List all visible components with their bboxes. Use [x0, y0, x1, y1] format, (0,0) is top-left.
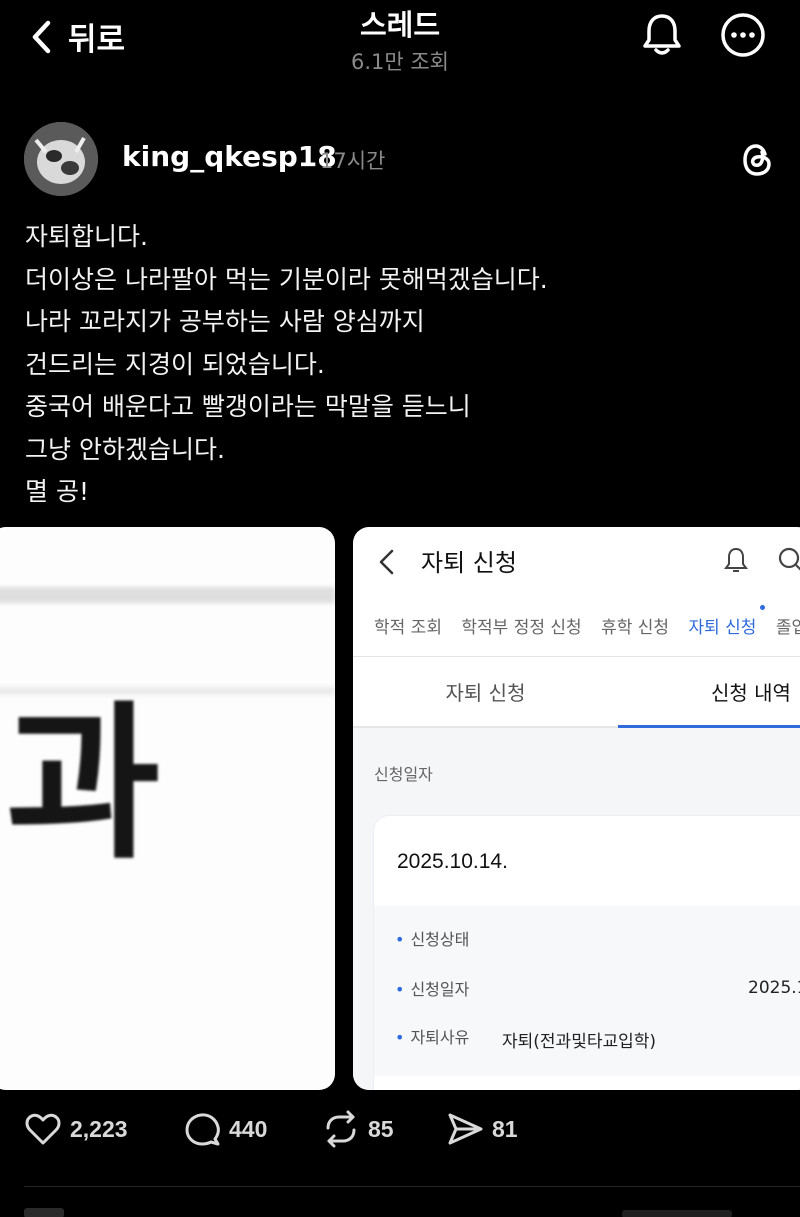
- repost-button[interactable]: 85: [322, 1110, 394, 1148]
- card-details: •신청상태 •신청일자 2025.1 •자퇴사유 자퇴(전과및타교입학): [374, 906, 800, 1076]
- active-tab-dot: [760, 605, 765, 610]
- bell-icon: [724, 547, 748, 572]
- app-tab-row: 학적 조회 학적부 정정 신청 휴학 신청 자퇴 신청 졸업: [374, 613, 800, 638]
- send-icon: [448, 1113, 483, 1145]
- next-section-peek: [24, 1208, 64, 1217]
- search-icon: [778, 547, 800, 571]
- comment-count: 440: [229, 1115, 268, 1142]
- post-line: 그냥 안하겠습니다.: [25, 434, 225, 464]
- date-section-label: 신청일자: [374, 765, 433, 784]
- divider: [353, 656, 800, 657]
- more-icon[interactable]: [719, 11, 767, 59]
- active-subtab-underline: [618, 725, 800, 728]
- avatar[interactable]: [24, 122, 98, 196]
- chevron-left-icon: [379, 549, 394, 575]
- post-line: 더이상은 나라팔아 먹는 기분이라 못해먹겠습니다.: [25, 264, 548, 294]
- detail-label: 신청일자: [410, 980, 470, 999]
- avatar-image: [24, 122, 98, 196]
- post-body: 자퇴합니다. 더이상은 나라팔아 먹는 기분이라 못해먹겠습니다. 나라 꼬라지…: [25, 216, 765, 514]
- bell-icon[interactable]: [638, 10, 686, 58]
- post-line: 멸 공!: [25, 477, 89, 506]
- comment-icon: [185, 1113, 220, 1146]
- detail-row: • 자퇴사유: [395, 1028, 470, 1047]
- card-date: 2025.10.14.: [397, 850, 508, 873]
- app-tab: 휴학 신청: [601, 618, 670, 638]
- image-stripe: [0, 587, 335, 603]
- repost-icon: [326, 1110, 356, 1148]
- like-count: 2,223: [70, 1115, 128, 1142]
- share-count: 81: [492, 1115, 518, 1142]
- threads-logo-icon[interactable]: [740, 142, 774, 178]
- divider: [24, 1186, 800, 1187]
- app-screen-title: 자퇴 신청: [421, 549, 517, 577]
- repost-count: 85: [368, 1115, 394, 1142]
- detail-row: • 신청상태: [395, 930, 470, 949]
- detail-label: 신청상태: [410, 930, 470, 949]
- share-button[interactable]: 81: [446, 1110, 518, 1148]
- post-line: 나라 꼬라지가 공부하는 사람 양심까지: [25, 307, 425, 336]
- app-subtab-active: 신청 내역: [711, 681, 791, 705]
- detail-value: 2025.1: [748, 978, 800, 998]
- app-tab: 학적 조회: [374, 618, 442, 638]
- app-tab: 졸업: [775, 618, 800, 638]
- top-bar: 뒤로 스레드 6.1만 조회: [0, 0, 800, 80]
- post-line: 중국어 배운다고 빨갱이라는 막말을 듣느니: [25, 392, 471, 421]
- detail-label: 자퇴사유: [410, 1028, 470, 1047]
- heart-icon: [25, 1113, 61, 1145]
- application-card: 2025.10.14. •신청상태 •신청일자 2025.1 •자퇴사유 자퇴(…: [373, 815, 800, 1090]
- next-section-peek: [622, 1210, 732, 1217]
- action-bar: 2,223 440 85 81: [0, 1110, 800, 1166]
- detail-value: 자퇴(전과및타교입학): [502, 1032, 657, 1052]
- app-subtab: 자퇴 신청: [445, 681, 526, 705]
- username[interactable]: king_qkesp18: [122, 140, 337, 173]
- post-time: 17시간: [320, 149, 386, 173]
- like-button[interactable]: 2,223: [24, 1110, 128, 1148]
- app-tab-active: 자퇴 신청: [688, 618, 757, 638]
- attached-image-2[interactable]: 자퇴 신청 학적 조회 학적부 정정 신청 휴학 신청 자퇴 신청 졸업 자퇴 …: [353, 527, 800, 1090]
- post-line: 건드리는 지경이 되었습니다.: [25, 349, 325, 379]
- post-line: 자퇴합니다.: [25, 222, 148, 251]
- app-tab: 학적부 정정 신청: [461, 618, 582, 638]
- detail-row: • 신청일자: [395, 980, 470, 999]
- comment-button[interactable]: 440: [183, 1110, 267, 1148]
- image-large-character: 과: [6, 686, 161, 882]
